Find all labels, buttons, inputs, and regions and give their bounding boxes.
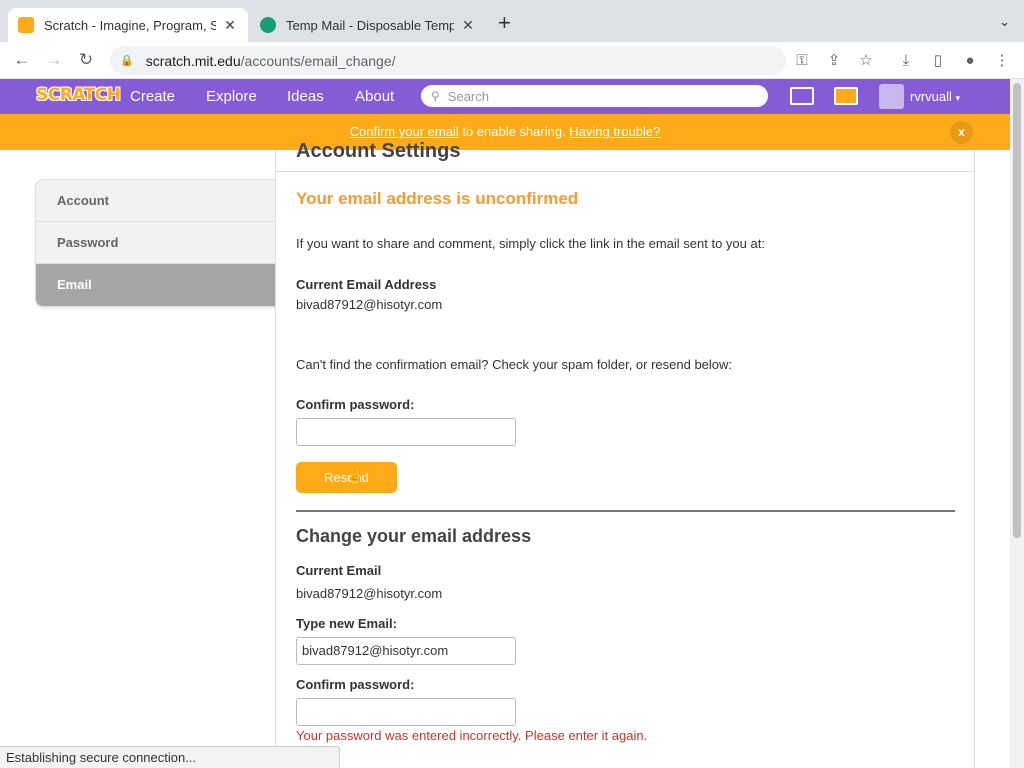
close-banner-button[interactable]: x (950, 121, 973, 144)
banner-text: to enable sharing. (458, 124, 570, 139)
close-tab-icon[interactable]: ✕ (460, 17, 476, 34)
status-bar: Establishing secure connection... (0, 746, 340, 768)
email-confirm-banner: Confirm your email to enable sharing. Ha… (0, 114, 1010, 150)
having-trouble-link[interactable]: Having trouble? (569, 124, 660, 139)
tab-title: Temp Mail - Disposable Tempo (286, 17, 454, 33)
url-host: scratch.mit.edu (145, 52, 241, 69)
nav-create[interactable]: Create (130, 88, 175, 105)
search-input[interactable]: ⚲ Search (421, 85, 768, 107)
bookmark-star-icon[interactable]: ☆ (856, 50, 876, 70)
reload-icon[interactable]: ↻ (74, 48, 98, 72)
password-error-text: Your password was entered incorrectly. P… (296, 728, 648, 743)
search-icon: ⚲ (431, 89, 440, 103)
sidepanel-icon[interactable]: ▯ (928, 50, 948, 70)
account-menu[interactable]: rvrvuall ▾ (910, 89, 960, 104)
menu-kebab-icon[interactable]: ⋮ (992, 50, 1012, 70)
current-email-label: Current Email Address (296, 277, 437, 292)
scrollbar-thumb[interactable] (1013, 83, 1021, 538)
unconfirmed-heading: Your email address is unconfirmed (296, 189, 579, 208)
new-email-field[interactable]: bivad87912@hisotyr.com (296, 637, 516, 665)
sidebar-item-password[interactable]: Password (36, 222, 275, 264)
lock-icon: 🔒 (120, 55, 134, 67)
tab-search-chevron-icon[interactable]: ⌄ (999, 14, 1010, 30)
new-email-label: Type new Email: (296, 616, 397, 631)
page-scrollbar[interactable] (1010, 79, 1024, 768)
nav-explore[interactable]: Explore (206, 88, 257, 105)
page-title: Account Settings (296, 140, 461, 162)
nav-ideas[interactable]: Ideas (287, 88, 324, 105)
search-placeholder: Search (447, 88, 489, 104)
avatar[interactable] (879, 84, 904, 109)
url-path: /accounts/email_change/ (240, 52, 396, 69)
current-email-label: Current Email (296, 563, 382, 578)
settings-sidebar: Account Password Email (35, 179, 276, 307)
confirm-password-field[interactable] (296, 418, 516, 446)
back-icon[interactable]: ← (10, 48, 34, 72)
share-instructions: If you want to share and comment, simply… (296, 236, 765, 251)
change-email-heading: Change your email address (296, 526, 532, 546)
messages-icon[interactable] (790, 87, 814, 105)
settings-content: Account Settings Your email address is u… (275, 140, 975, 768)
share-icon[interactable]: ⇪ (824, 50, 844, 70)
nav-about[interactable]: About (355, 88, 394, 105)
confirm-password-label: Confirm password: (296, 397, 415, 412)
tab-title: Scratch - Imagine, Program, Sh (44, 17, 216, 33)
tab-temp-mail[interactable]: Temp Mail - Disposable Tempo ✕ (250, 8, 486, 42)
close-tab-icon[interactable]: ✕ (222, 17, 238, 34)
browser-tab-bar: Scratch - Imagine, Program, Sh ✕ Temp Ma… (0, 0, 1024, 42)
confirm-password-field-2[interactable] (296, 698, 516, 726)
current-email-value: bivad87912@hisotyr.com (296, 297, 443, 312)
confirm-password-label: Confirm password: (296, 677, 415, 692)
sidebar-item-email[interactable]: Email (36, 264, 275, 306)
forward-icon[interactable]: → (42, 48, 66, 72)
scratch-navbar: SCRATCH Create Explore Ideas About ⚲ Sea… (0, 79, 1010, 114)
download-icon[interactable]: ⤓ (896, 50, 916, 70)
confirm-email-link[interactable]: Confirm your email (350, 124, 459, 139)
divider (276, 171, 974, 172)
caret-down-icon: ▾ (955, 93, 961, 103)
username: rvrvuall (910, 89, 952, 104)
current-email-value: bivad87912@hisotyr.com (296, 586, 443, 601)
hand-cursor-icon: ☝ (346, 469, 365, 486)
address-bar[interactable]: 🔒 scratch.mit.edu/accounts/email_change/ (110, 46, 786, 75)
scratch-icon (18, 17, 34, 33)
tab-scratch[interactable]: Scratch - Imagine, Program, Sh ✕ (8, 8, 248, 42)
key-icon[interactable]: ⚿ (792, 50, 812, 70)
resend-instructions: Can't find the confirmation email? Check… (296, 357, 733, 372)
sidebar-item-account[interactable]: Account (36, 180, 275, 222)
new-tab-icon[interactable]: + (498, 12, 511, 34)
my-stuff-icon[interactable] (834, 87, 858, 105)
tempmail-icon (260, 17, 276, 33)
profile-icon[interactable]: ● (960, 50, 980, 70)
scratch-logo[interactable]: SCRATCH (36, 85, 121, 105)
browser-toolbar: ← → ↻ 🔒 scratch.mit.edu/accounts/email_c… (0, 42, 1024, 79)
section-divider (296, 510, 955, 512)
